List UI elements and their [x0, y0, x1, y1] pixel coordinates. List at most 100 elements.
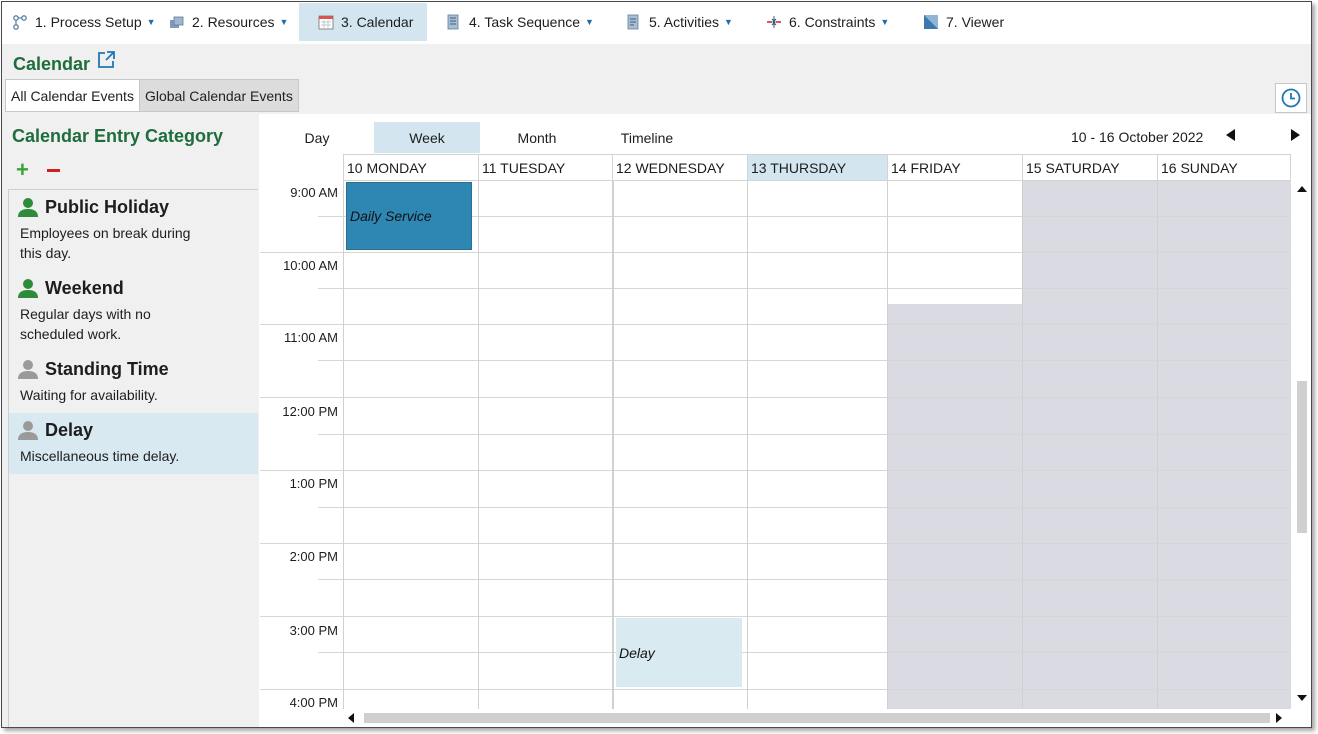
- day-header[interactable]: 11 TUESDAY: [478, 154, 612, 181]
- nav-label: 5. Activities: [649, 14, 720, 30]
- tab-all-calendar-events[interactable]: All Calendar Events: [5, 79, 140, 112]
- nav-constraints[interactable]: 6. Constraints ▼: [747, 3, 904, 41]
- event-tabs: All Calendar Events Global Calendar Even…: [5, 79, 299, 112]
- popout-icon[interactable]: [96, 50, 115, 68]
- half-hour-line: [318, 507, 1291, 508]
- chevron-down-icon: ▼: [880, 17, 890, 27]
- category-description: Miscellaneous time delay.: [20, 448, 180, 464]
- calendar-view: Day Week Month Timeline 10 - 16 October …: [260, 119, 1311, 727]
- nav-label: 3. Calendar: [341, 14, 414, 30]
- nav-activities[interactable]: 5. Activities ▼: [607, 3, 747, 41]
- top-navigation: 1. Process Setup ▼ 2. Resources ▼ 3. Cal…: [2, 2, 1311, 44]
- scroll-right-icon[interactable]: [1276, 713, 1282, 723]
- hour-line: [260, 543, 1291, 544]
- hour-line: [260, 252, 1291, 253]
- hour-line: [260, 397, 1291, 398]
- half-hour-line: [318, 652, 1291, 653]
- nav-label: 7. Viewer: [946, 14, 1005, 30]
- person-icon: [17, 419, 39, 441]
- time-label: 11:00 AM: [284, 330, 338, 345]
- time-label: 9:00 AM: [290, 185, 338, 200]
- category-item-delay[interactable]: Delay Miscellaneous time delay.: [9, 413, 258, 474]
- day-column-line: [747, 181, 748, 709]
- hour-line: [260, 470, 1291, 471]
- time-label: 12:00 PM: [282, 404, 338, 419]
- day-header[interactable]: 14 FRIDAY: [887, 154, 1022, 181]
- horizontal-scroll-thumb[interactable]: [364, 713, 1270, 723]
- week-grid: 10 MONDAY 11 TUESDAY 12 WEDNESDAY 13 THU…: [260, 154, 1291, 709]
- half-hour-line: [318, 360, 1291, 361]
- vertical-scroll-thumb[interactable]: [1297, 381, 1307, 533]
- category-name: Public Holiday: [45, 196, 170, 217]
- chevron-down-icon: ▼: [279, 17, 289, 27]
- page-title: Calendar: [13, 54, 91, 74]
- category-item-standing-time[interactable]: Standing Time Waiting for availability.: [9, 352, 258, 413]
- scroll-down-icon[interactable]: [1297, 695, 1307, 701]
- day-column-line: [887, 181, 888, 709]
- day-header[interactable]: 16 SUNDAY: [1157, 154, 1291, 181]
- chevron-down-icon: ▼: [146, 17, 156, 27]
- category-list: Public Holiday Employees on break during…: [8, 189, 258, 727]
- nav-calendar[interactable]: 3. Calendar: [299, 3, 427, 41]
- next-week-button[interactable]: [1291, 129, 1300, 141]
- nav-task-sequence[interactable]: 4. Task Sequence ▼: [427, 3, 607, 41]
- date-range: 10 - 16 October 2022: [1071, 129, 1204, 145]
- calendar-event-daily-service[interactable]: Daily Service: [346, 182, 472, 250]
- day-header[interactable]: 15 SATURDAY: [1022, 154, 1157, 181]
- calendar-icon: [318, 14, 334, 30]
- nav-resources[interactable]: 2. Resources ▼: [159, 3, 299, 41]
- previous-week-button[interactable]: [1226, 129, 1235, 141]
- app-window: 1. Process Setup ▼ 2. Resources ▼ 3. Cal…: [1, 1, 1312, 728]
- time-label: 4:00 PM: [289, 695, 338, 709]
- half-hour-line: [318, 288, 1291, 289]
- view-week-button[interactable]: Week: [374, 122, 480, 153]
- nav-process-setup[interactable]: 1. Process Setup ▼: [2, 3, 159, 41]
- half-hour-line: [318, 579, 1291, 580]
- calendar-event-delay[interactable]: Delay: [616, 618, 742, 687]
- chevron-down-icon: ▼: [724, 17, 733, 27]
- category-panel: Calendar Entry Category + Public Holiday…: [2, 114, 259, 727]
- nav-label: 1. Process Setup: [35, 14, 142, 30]
- time-label: 1:00 PM: [289, 476, 338, 491]
- viewer-icon: [923, 14, 939, 30]
- hour-line: [260, 689, 1291, 690]
- view-month-button[interactable]: Month: [480, 122, 594, 153]
- horizontal-scrollbar[interactable]: [345, 710, 1285, 726]
- category-description: Regular days with no scheduled work.: [20, 306, 151, 342]
- day-column-line: [478, 181, 479, 709]
- resources-icon: [169, 14, 185, 30]
- vertical-scrollbar[interactable]: [1294, 181, 1310, 707]
- category-item-public-holiday[interactable]: Public Holiday Employees on break during…: [9, 190, 258, 271]
- header-band: Calendar All Calendar Events Global Cale…: [2, 44, 1311, 114]
- view-day-button[interactable]: Day: [260, 122, 374, 153]
- clock-button[interactable]: [1275, 83, 1307, 113]
- person-icon: [17, 358, 39, 380]
- category-actions: +: [16, 159, 60, 181]
- day-header[interactable]: 10 MONDAY: [343, 154, 478, 181]
- day-header[interactable]: 12 WEDNESDAY: [612, 154, 747, 181]
- day-header-today[interactable]: 13 THURSDAY: [747, 154, 887, 181]
- category-panel-title: Calendar Entry Category: [12, 126, 224, 146]
- category-item-weekend[interactable]: Weekend Regular days with no scheduled w…: [9, 271, 258, 352]
- person-icon: [17, 277, 39, 299]
- day-column-line: [1022, 181, 1023, 709]
- time-label: 2:00 PM: [289, 549, 338, 564]
- nav-label: 6. Constraints: [789, 14, 876, 30]
- task-sequence-icon: [446, 14, 462, 30]
- day-column-line: [343, 181, 344, 709]
- day-column-line: [612, 181, 614, 709]
- add-category-button[interactable]: +: [16, 159, 29, 181]
- nav-label: 4. Task Sequence: [469, 14, 581, 30]
- tab-global-calendar-events[interactable]: Global Calendar Events: [139, 79, 299, 112]
- day-column-line: [1157, 181, 1158, 709]
- scroll-left-icon[interactable]: [348, 713, 354, 723]
- category-name: Weekend: [45, 277, 124, 298]
- nav-viewer[interactable]: 7. Viewer: [904, 3, 1014, 41]
- chevron-down-icon: ▼: [585, 17, 594, 27]
- scroll-up-icon[interactable]: [1297, 186, 1307, 192]
- constraints-icon: [766, 14, 782, 30]
- remove-category-button[interactable]: [46, 169, 60, 172]
- category-description: Waiting for availability.: [20, 387, 158, 403]
- view-timeline-button[interactable]: Timeline: [594, 122, 700, 153]
- category-name: Standing Time: [45, 358, 169, 379]
